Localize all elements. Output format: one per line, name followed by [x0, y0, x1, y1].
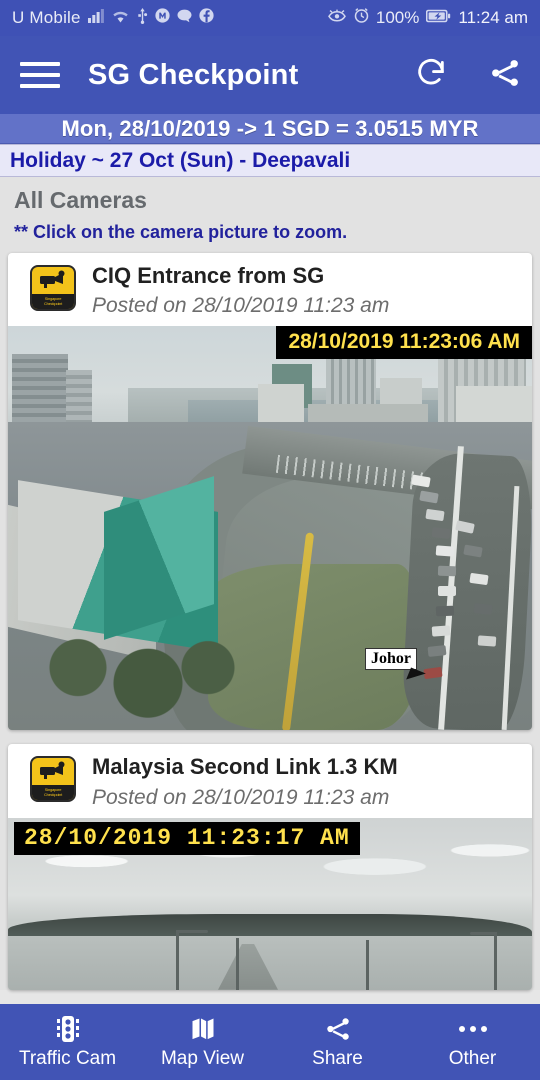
logo-caption-line2: Checkpoint — [43, 792, 62, 798]
camera-card-header: Singapore Checkpoint CIQ Entrance from S… — [8, 253, 532, 326]
camera-card[interactable]: Singapore Checkpoint Malaysia Second Lin… — [8, 744, 532, 990]
nav-label-map-view: Map View — [160, 1048, 245, 1069]
app-bar-actions — [414, 56, 522, 95]
camera-card[interactable]: Singapore Checkpoint CIQ Entrance from S… — [8, 253, 532, 731]
holiday-banner: Holiday ~ 27 Oct (Sun) - Deepavali — [0, 144, 540, 177]
alarm-clock-icon — [354, 8, 369, 28]
wifi-icon — [111, 9, 130, 28]
camera-name: Malaysia Second Link 1.3 KM — [92, 754, 398, 780]
refresh-icon[interactable] — [414, 56, 448, 95]
camera-card-header: Singapore Checkpoint Malaysia Second Lin… — [8, 744, 532, 817]
webcam-scene-ciq — [8, 326, 532, 731]
camera-name: CIQ Entrance from SG — [92, 263, 325, 288]
exchange-rate-banner: Mon, 28/10/2019 -> 1 SGD = 3.0515 MYR — [0, 114, 540, 144]
hamburger-menu-icon[interactable] — [20, 60, 60, 90]
logo-caption-line2: Checkpoint — [43, 301, 62, 306]
nav-label-share: Share — [312, 1048, 363, 1069]
checkpoint-camera-logo-icon: Singapore Checkpoint — [30, 756, 76, 803]
exchange-rate-text: Mon, 28/10/2019 -> 1 SGD = 3.0515 MYR — [61, 115, 479, 141]
status-bar: U Mobile 100% 11:24 am — [0, 0, 540, 36]
camera-posted-time: Posted on 28/10/2019 11:23 am — [92, 785, 390, 809]
messages-icon — [177, 9, 192, 28]
carrier-label: U Mobile — [12, 8, 81, 27]
nav-label-traffic-cam: Traffic Cam — [18, 1048, 117, 1069]
camera-card-text: Malaysia Second Link 1.3 KM Posted on 28… — [92, 754, 398, 809]
camera-image[interactable]: 28/10/2019 11:23:06 AM Johor — [8, 326, 532, 731]
map-icon — [189, 1014, 217, 1044]
nav-label-other: Other — [448, 1048, 497, 1069]
page-title: SG Checkpoint — [88, 58, 299, 91]
johor-direction-label: Johor — [365, 648, 417, 671]
facebook-icon — [199, 8, 214, 28]
camera-card-text: CIQ Entrance from SG Posted on 28/10/201… — [92, 263, 389, 318]
signal-bars-icon — [87, 8, 104, 28]
cctv-camera-glyph — [32, 270, 74, 293]
camera-image[interactable]: 28/10/2019 11:23:17 AM — [8, 817, 532, 990]
camera-timestamp-overlay: 28/10/2019 11:23:17 AM — [14, 821, 360, 855]
holiday-text: Holiday ~ 27 Oct (Sun) - Deepavali — [10, 148, 351, 172]
camera-list: All Cameras ** Click on the camera pictu… — [0, 177, 540, 990]
usb-icon — [137, 7, 148, 29]
checkpoint-camera-logo-icon: Singapore Checkpoint — [30, 265, 76, 311]
nav-item-traffic-cam[interactable]: Traffic Cam — [0, 1014, 135, 1070]
camera-posted-time: Posted on 28/10/2019 11:23 am — [92, 294, 390, 318]
camera-timestamp-overlay: 28/10/2019 11:23:06 AM — [276, 326, 532, 360]
nav-item-other[interactable]: Other — [405, 1014, 540, 1070]
cctv-camera-glyph — [32, 761, 74, 784]
nav-item-map-view[interactable]: Map View — [135, 1014, 270, 1070]
ellipsis-icon — [458, 1014, 488, 1044]
section-heading: All Cameras — [14, 187, 147, 213]
share-icon — [324, 1014, 352, 1044]
logo-caption: Singapore Checkpoint — [32, 785, 74, 801]
share-icon[interactable] — [488, 56, 522, 95]
traffic-light-icon — [55, 1014, 81, 1044]
nav-item-share[interactable]: Share — [270, 1014, 405, 1070]
logo-caption: Singapore Checkpoint — [32, 294, 74, 309]
app-bar: SG Checkpoint — [0, 36, 540, 114]
battery-charging-icon — [426, 9, 451, 28]
eye-comfort-icon — [327, 9, 347, 28]
bottom-navigation-bar: Traffic Cam Map View Share Other — [0, 1004, 540, 1080]
circle-m-icon — [155, 8, 170, 28]
battery-percent-label: 100% — [375, 8, 420, 27]
status-bar-left: U Mobile — [12, 7, 214, 29]
zoom-hint-text: ** Click on the camera picture to zoom. — [14, 222, 348, 242]
clock-label: 11:24 am — [458, 8, 528, 27]
status-bar-right: 100% 11:24 am — [327, 8, 528, 28]
